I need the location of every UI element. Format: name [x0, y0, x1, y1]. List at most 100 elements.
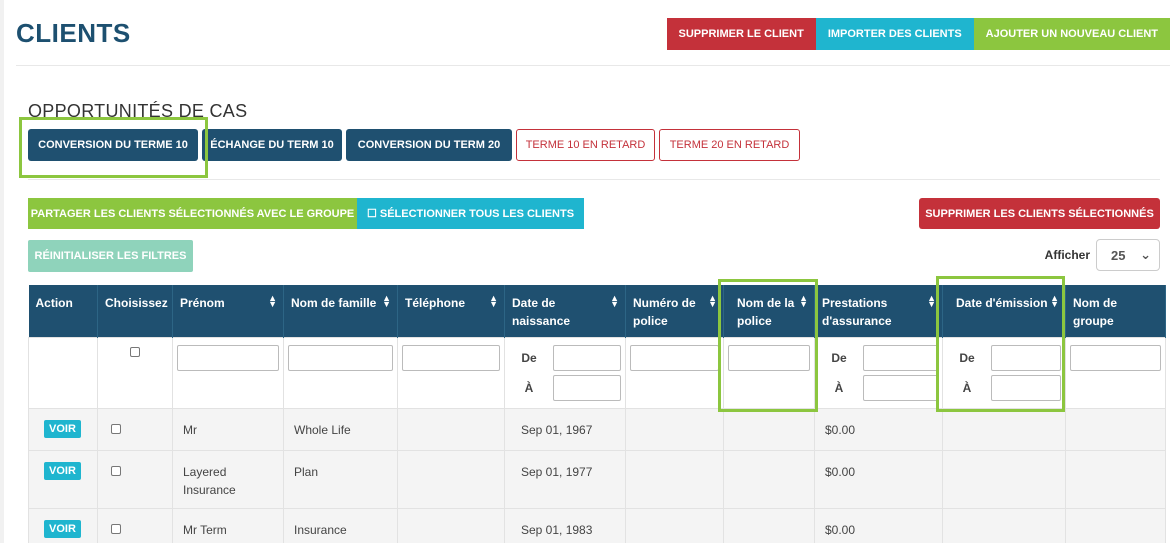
add-client-button[interactable]: AJOUTER UN NOUVEAU CLIENT	[973, 18, 1170, 50]
opportunities-buttons: CONVERSION DU TERME 10 ÉCHANGE DU TERM 1…	[28, 129, 800, 161]
header-issue-date[interactable]: Date d'émission ▲ ▼	[942, 285, 1066, 337]
sort-icon[interactable]: ▲ ▼	[1050, 294, 1059, 309]
issue-date-from-input[interactable]	[991, 344, 1061, 371]
page-size-control: Afficher 25 ⌄	[1045, 239, 1160, 271]
cell-group-name	[1065, 507, 1166, 543]
term10-late-button[interactable]: TERME 10 EN RETARD	[516, 129, 655, 161]
import-clients-button[interactable]: IMPORTER DES CLIENTS	[815, 18, 974, 50]
page-size-select[interactable]: 25 ⌄	[1096, 239, 1160, 271]
sort-icon[interactable]: ▲ ▼	[610, 294, 619, 309]
header-phone[interactable]: Téléphone ▲ ▼	[397, 285, 505, 337]
last-name-filter-input[interactable]	[288, 344, 393, 371]
benefits-to-input[interactable]	[863, 374, 938, 401]
sort-icon[interactable]: ▲ ▼	[489, 294, 498, 309]
share-selected-button[interactable]: PARTAGER LES CLIENTS SÉLECTIONNÉS AVEC L…	[28, 198, 357, 229]
cell-policy-name	[723, 449, 815, 509]
header-policy-name[interactable]: Nom de la police ▲ ▼	[723, 285, 815, 337]
filter-cell	[283, 336, 398, 409]
filter-cell: De À	[814, 336, 943, 409]
group-name-filter-input[interactable]	[1070, 344, 1161, 371]
sort-icon[interactable]: ▲ ▼	[927, 294, 936, 309]
header-action: Action	[28, 285, 98, 337]
filter-cell	[97, 336, 173, 409]
clients-table: Action Choisissez Prénom ▲ ▼ Nom de famill…	[28, 285, 1166, 543]
filter-row: De À De À De À	[28, 336, 1166, 409]
cell-phone	[397, 407, 505, 451]
cell-first-name: Layered Insurance	[172, 449, 284, 509]
sort-icon[interactable]: ▲ ▼	[799, 294, 808, 309]
range-from-label: De	[959, 350, 975, 365]
left-border	[0, 0, 4, 543]
header-birth-date[interactable]: Date de naissance ▲ ▼	[504, 285, 626, 337]
filter-cell: De À	[504, 336, 626, 409]
filter-cell: De À	[942, 336, 1066, 409]
sort-icon[interactable]: ▲ ▼	[382, 294, 391, 309]
cell-policy-number	[625, 449, 724, 509]
sort-icon[interactable]: ▲ ▼	[708, 294, 717, 309]
cell-policy-name	[723, 407, 815, 451]
cell-first-name: Mr	[172, 407, 284, 451]
filter-cell	[1065, 336, 1166, 409]
row-checkbox[interactable]	[111, 465, 121, 476]
opportunities-title: OPPORTUNITÉS DE CAS	[28, 101, 248, 121]
cell-issue-date	[942, 449, 1066, 509]
policy-name-filter-input[interactable]	[728, 344, 810, 371]
range-to-label: À	[834, 380, 844, 395]
cell-benefits: $0.00	[814, 449, 943, 509]
cell-birth-date: Sep 01, 1983	[504, 507, 626, 543]
term20-conversion-button[interactable]: CONVERSION DU TERM 20	[346, 129, 512, 161]
filter-cell	[625, 336, 724, 409]
cell-issue-date	[942, 507, 1066, 543]
cell-last-name: Plan	[283, 449, 398, 509]
term20-late-button[interactable]: TERME 20 EN RETARD	[659, 129, 800, 161]
cell-policy-number	[625, 507, 724, 543]
table-row: VOIR Layered Insurance Plan Sep 01, 1977…	[28, 449, 1166, 509]
header-last-name[interactable]: Nom de famille ▲ ▼	[283, 285, 398, 337]
reset-filters-button[interactable]: RÉINITIALISER LES FILTRES	[28, 240, 193, 272]
benefits-from-input[interactable]	[863, 344, 938, 371]
cell-benefits: $0.00	[814, 507, 943, 543]
cell-group-name	[1065, 449, 1166, 509]
view-button[interactable]: VOIR	[44, 419, 81, 438]
range-to-label: À	[962, 380, 972, 395]
cell-birth-date: Sep 01, 1977	[504, 449, 626, 509]
table-row: VOIR Mr Term Insurance Sep 01, 1983 $0.0…	[28, 507, 1166, 543]
view-button[interactable]: VOIR	[44, 461, 81, 480]
birth-date-to-input[interactable]	[553, 374, 621, 401]
view-button[interactable]: VOIR	[44, 519, 81, 538]
sort-icon[interactable]: ▲ ▼	[268, 294, 277, 309]
top-toolbar: SUPPRIMER LE CLIENT IMPORTER DES CLIENTS…	[666, 18, 1170, 50]
first-name-filter-input[interactable]	[177, 344, 279, 371]
header-benefits[interactable]: Prestations d'assurance ▲ ▼	[814, 285, 943, 337]
birth-date-from-input[interactable]	[553, 344, 621, 371]
table-header-row: Action Choisissez Prénom ▲ ▼ Nom de famill…	[28, 285, 1166, 337]
phone-filter-input[interactable]	[402, 344, 500, 371]
delete-client-button[interactable]: SUPPRIMER LE CLIENT	[666, 18, 816, 50]
issue-date-to-input[interactable]	[991, 374, 1061, 401]
delete-selected-button[interactable]: SUPPRIMER LES CLIENTS SÉLECTIONNÉS	[919, 198, 1160, 229]
row-checkbox[interactable]	[111, 423, 121, 434]
select-all-checkbox[interactable]	[130, 346, 140, 357]
term10-conversion-button[interactable]: CONVERSION DU TERME 10	[28, 129, 198, 161]
header-first-name[interactable]: Prénom ▲ ▼	[172, 285, 284, 337]
cell-policy-number	[625, 407, 724, 451]
row-checkbox[interactable]	[111, 523, 121, 534]
divider	[16, 65, 1170, 66]
select-all-button[interactable]: ☐ SÉLECTIONNER TOUS LES CLIENTS	[357, 198, 584, 229]
range-from-label: De	[521, 350, 537, 365]
cell-phone	[397, 449, 505, 509]
cell-birth-date: Sep 01, 1967	[504, 407, 626, 451]
cell-benefits: $0.00	[814, 407, 943, 451]
cell-group-name	[1065, 407, 1166, 451]
header-policy-number[interactable]: Numéro de police ▲ ▼	[625, 285, 724, 337]
term10-exchange-button[interactable]: ÉCHANGE DU TERM 10	[202, 129, 342, 161]
range-to-label: À	[524, 380, 534, 395]
page-size-value: 25	[1111, 247, 1126, 263]
cell-policy-name	[723, 507, 815, 543]
filter-cell	[172, 336, 284, 409]
table-row: VOIR Mr Whole Life Sep 01, 1967 $0.00	[28, 407, 1166, 451]
policy-number-filter-input[interactable]	[630, 344, 719, 371]
cell-last-name: Whole Life	[283, 407, 398, 451]
filter-cell	[397, 336, 505, 409]
page-size-label: Afficher	[1044, 248, 1090, 262]
